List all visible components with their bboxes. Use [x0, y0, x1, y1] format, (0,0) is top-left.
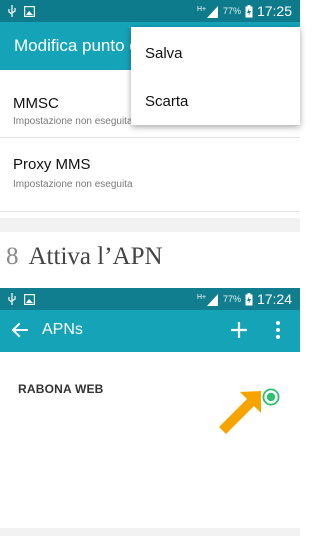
hplus-signal-icon: H+	[197, 6, 218, 18]
status-bar-bottom: H+ 77% 17:24	[0, 288, 300, 310]
setting-subtitle: Impostazione non eseguita	[13, 179, 133, 190]
battery-percent: 77%	[222, 294, 241, 304]
status-bar-top: H+ 77% 17:25	[0, 0, 300, 22]
more-options-icon[interactable]	[270, 319, 286, 341]
status-left-icons	[8, 4, 35, 18]
usb-icon	[8, 5, 16, 17]
hplus-signal-icon: H+	[197, 294, 218, 306]
status-time: 17:24	[256, 291, 292, 307]
battery-percent: 77%	[222, 6, 241, 16]
setting-title: Proxy MMS	[13, 156, 91, 173]
add-icon[interactable]	[228, 319, 250, 341]
apn-list: RABONA WEB	[0, 352, 300, 536]
back-arrow-icon[interactable]	[10, 320, 30, 340]
usb-icon	[8, 293, 16, 305]
setting-title: MMSC	[13, 95, 59, 112]
status-right-icons: H+ 77% 17:25	[197, 2, 292, 20]
apn-name: RABONA WEB	[18, 382, 104, 396]
status-left-icons	[8, 292, 35, 306]
pointer-arrow-icon	[219, 391, 261, 434]
save-menu-item[interactable]: Salva	[145, 45, 183, 62]
image-icon	[24, 5, 35, 17]
setting-subtitle: Impostazione non eseguita	[13, 116, 133, 127]
step-heading: 8 Attiva l’APN	[6, 243, 163, 273]
setting-proxy-mms[interactable]: Proxy MMS Impostazione non eseguita	[0, 138, 300, 212]
battery-icon	[245, 292, 253, 305]
bottom-divider	[0, 528, 300, 536]
svg-text:H+: H+	[197, 6, 206, 13]
apns-app-bar: APNs	[0, 310, 300, 352]
overflow-menu: Salva Scarta	[131, 27, 300, 125]
status-right-icons: H+ 77% 17:24	[197, 290, 292, 308]
divider-band	[0, 218, 300, 232]
page-title: APNs	[42, 321, 83, 338]
discard-menu-item[interactable]: Scarta	[145, 93, 188, 110]
battery-icon	[245, 4, 253, 17]
status-time: 17:25	[256, 3, 292, 19]
page-title: Modifica punto d	[14, 36, 139, 55]
image-icon	[24, 293, 35, 305]
step-number: 8	[6, 243, 19, 270]
step-text: Attiva l’APN	[28, 243, 163, 270]
svg-text:H+: H+	[197, 294, 206, 301]
